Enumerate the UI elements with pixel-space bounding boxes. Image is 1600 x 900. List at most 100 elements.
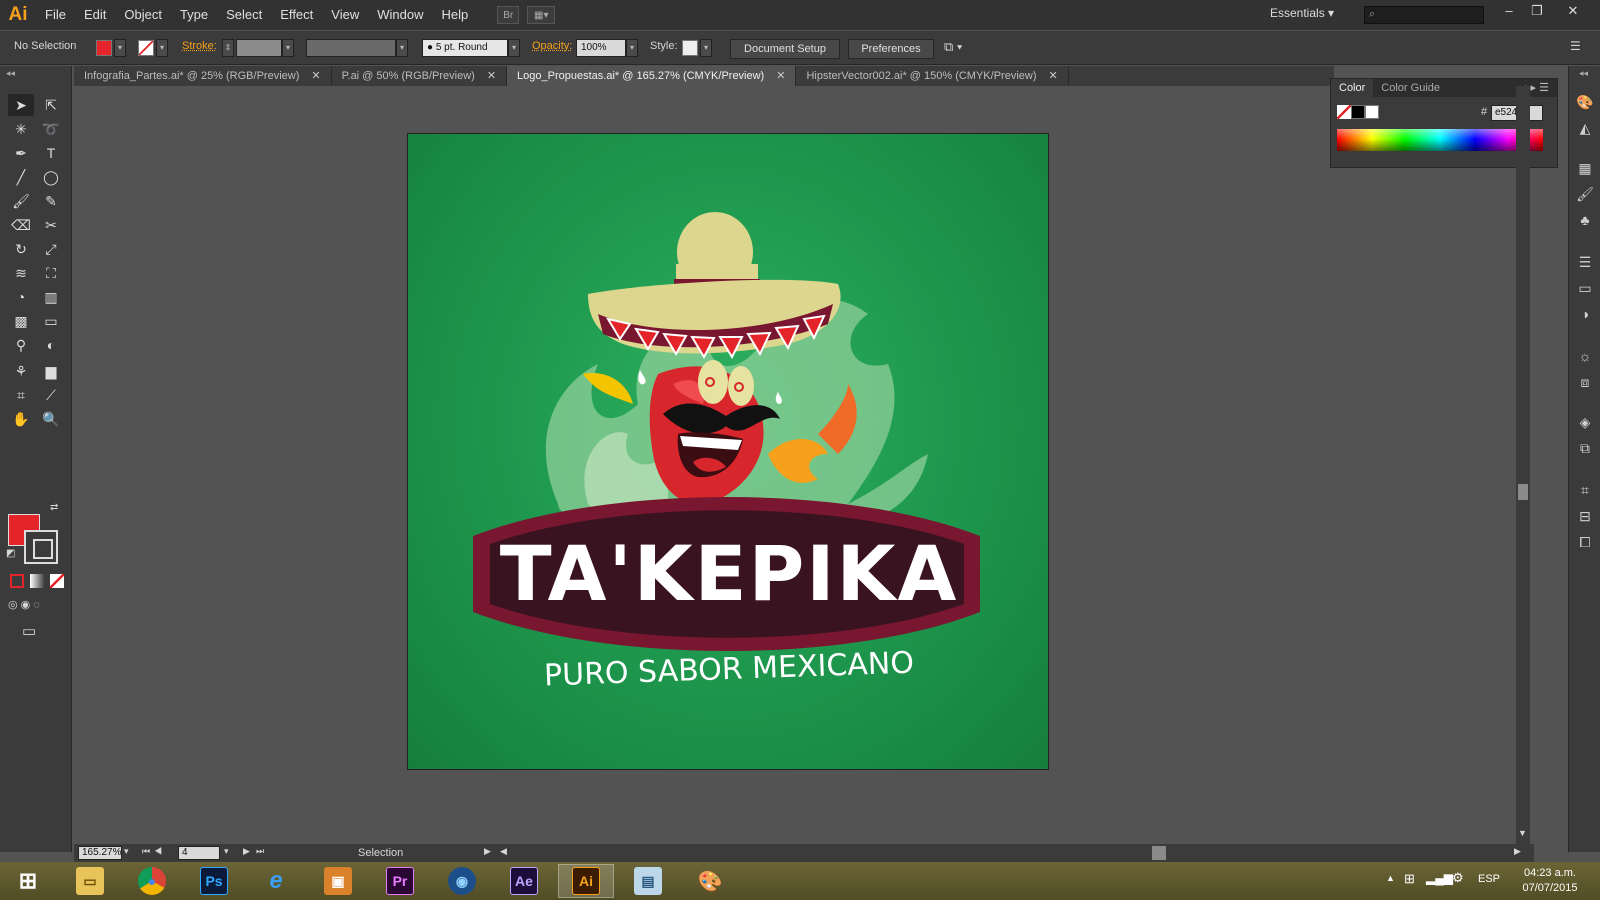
document-setup-button[interactable]: Document Setup	[730, 39, 840, 59]
status-menu-icon[interactable]: ▶	[484, 846, 491, 857]
vertical-scrollbar[interactable]: ▼	[1516, 86, 1530, 844]
gradient-tool-icon[interactable]: ▭	[38, 310, 64, 332]
tab-logo-propuestas[interactable]: Logo_Propuestas.ai* @ 165.27% (CMYK/Prev…	[507, 66, 797, 86]
menu-window[interactable]: Window	[368, 0, 432, 30]
status-tool-name[interactable]: Selection	[358, 847, 403, 859]
graphic-styles-icon[interactable]: ⧈	[1575, 372, 1595, 392]
horizontal-scroll-thumb[interactable]	[1152, 846, 1166, 860]
settings-tray-icon[interactable]: ⚙	[1452, 870, 1464, 886]
selection-tool-icon[interactable]: ➤	[8, 94, 34, 116]
language-indicator[interactable]: ESP	[1478, 873, 1500, 885]
paintbrush-tool-icon[interactable]: 🖌	[8, 190, 34, 212]
vertical-scroll-thumb[interactable]	[1518, 484, 1528, 500]
search-input[interactable]: ⌕	[1364, 6, 1484, 24]
pathfinder-panel-icon[interactable]: ⧠	[1575, 532, 1595, 552]
close-tab-icon[interactable]: ✕	[311, 70, 320, 82]
transform-panel-icon[interactable]: ⌗	[1575, 480, 1595, 500]
scissors-tool-icon[interactable]: ✂	[38, 214, 64, 236]
rotate-tool-icon[interactable]: ↻	[8, 238, 34, 260]
gradient-mode-icon[interactable]	[30, 574, 44, 588]
menu-object[interactable]: Object	[115, 0, 171, 30]
stroke-weight-field[interactable]	[236, 39, 282, 57]
artboard-tool-icon[interactable]: ⌗	[8, 384, 34, 406]
stroke-weight-stepper[interactable]: ⇕	[222, 39, 234, 57]
close-button[interactable]: ✕	[1560, 2, 1586, 22]
align-panel-icon[interactable]: ⊟	[1575, 506, 1595, 526]
tab-infografia-partes[interactable]: Infografia_Partes.ai* @ 25% (RGB/Preview…	[74, 66, 332, 86]
eraser-tool-icon[interactable]: ⌫	[8, 214, 34, 236]
line-tool-icon[interactable]: ╱	[8, 166, 34, 188]
transparency-panel-icon[interactable]: ◑	[1575, 304, 1595, 324]
appearance-panel-icon[interactable]: ☼	[1575, 346, 1595, 366]
symbol-sprayer-tool-icon[interactable]: ⚘	[8, 360, 34, 382]
menu-effect[interactable]: Effect	[271, 0, 322, 30]
color-panel-icon[interactable]: 🎨	[1575, 92, 1595, 112]
brush-dropdown[interactable]: ▾	[508, 39, 520, 57]
shape-builder-tool-icon[interactable]: ◔	[8, 286, 34, 308]
opacity-dropdown[interactable]: ▾	[626, 39, 638, 57]
drawing-modes-icon[interactable]: ◎ ◉ ◌	[8, 598, 64, 614]
tab-hipster-vector[interactable]: HipsterVector002.ai* @ 150% (CMYK/Previe…	[796, 66, 1069, 86]
stroke-color-swatch[interactable]	[138, 40, 154, 56]
stroke-swatch[interactable]	[24, 530, 58, 564]
close-tab-icon[interactable]: ✕	[776, 70, 785, 82]
expand-dock-icon[interactable]: ◂◂	[1579, 68, 1588, 79]
artboard-next-last-icon[interactable]: ▾ ▶⏭	[224, 846, 270, 857]
menu-view[interactable]: View	[322, 0, 368, 30]
panel-menu-icon[interactable]: ☰	[1570, 39, 1581, 53]
swatches-icon[interactable]: ▦	[1575, 158, 1595, 178]
menu-type[interactable]: Type	[171, 0, 217, 30]
color-guide-icon[interactable]: ◭	[1575, 118, 1595, 138]
notepad-app[interactable]: ▤	[620, 864, 676, 898]
blend-tool-icon[interactable]: ◐	[38, 334, 64, 356]
tab-color[interactable]: Color	[1331, 79, 1374, 97]
artboard-number-field[interactable]: 4	[178, 846, 220, 860]
type-tool-icon[interactable]: T	[38, 142, 64, 164]
arrange-icon[interactable]: ⧉ ▾	[944, 39, 962, 55]
media-player-app[interactable]: ◉	[434, 864, 490, 898]
after-effects-app[interactable]: Ae	[496, 864, 552, 898]
close-tab-icon[interactable]: ✕	[487, 70, 496, 82]
artboard-first-prev-icon[interactable]: ⏮◀	[142, 846, 166, 857]
color-mode-icon[interactable]	[10, 574, 24, 588]
premiere-app[interactable]: Pr	[372, 864, 428, 898]
brushes-icon[interactable]: 🖌	[1575, 184, 1595, 204]
scroll-right-icon[interactable]: ▶	[1514, 846, 1521, 857]
direct-selection-tool-icon[interactable]: ⇱	[38, 94, 64, 116]
ellipse-tool-icon[interactable]: ◯	[38, 166, 64, 188]
opacity-field[interactable]: 100%	[576, 39, 626, 57]
hand-tool-icon[interactable]: ✋	[8, 408, 34, 430]
action-center-icon[interactable]: ⊞	[1404, 871, 1415, 887]
stroke-panel-icon[interactable]: ☰	[1575, 252, 1595, 272]
stroke-label[interactable]: Stroke:	[182, 40, 217, 52]
mesh-tool-icon[interactable]: ▩	[8, 310, 34, 332]
workspace-switcher[interactable]: Essentials ▾	[1270, 6, 1334, 20]
zoom-dropdown-icon[interactable]: ▾	[124, 846, 129, 857]
perspective-grid-tool-icon[interactable]: ▥	[38, 286, 64, 308]
zoom-field[interactable]: 165.27%	[78, 846, 122, 860]
gradient-panel-icon[interactable]: ▭	[1575, 278, 1595, 298]
show-hidden-icons[interactable]: ▲	[1386, 873, 1395, 883]
brush-definition-field[interactable]: ● 5 pt. Round	[422, 39, 508, 57]
artboard[interactable]: TA'KEPIKA PURO SABOR MEXICANO	[407, 133, 1049, 770]
none-color-swatch[interactable]	[1337, 105, 1351, 119]
menu-select[interactable]: Select	[217, 0, 271, 30]
stroke-weight-dropdown[interactable]: ▾	[282, 39, 294, 57]
file-explorer-app[interactable]: ▭	[62, 864, 118, 898]
pencil-tool-icon[interactable]: ✎	[38, 190, 64, 212]
bridge-button[interactable]: Br	[497, 6, 520, 24]
default-colors-icon[interactable]: ◩	[6, 548, 15, 559]
variable-width-profile[interactable]	[306, 39, 396, 57]
screen-mode-icon[interactable]: ▭	[22, 622, 36, 640]
lasso-tool-icon[interactable]: ➰	[38, 118, 64, 140]
menu-help[interactable]: Help	[432, 0, 477, 30]
zoom-tool-icon[interactable]: 🔍	[38, 408, 64, 430]
minimize-button[interactable]: –	[1496, 2, 1522, 22]
magic-wand-tool-icon[interactable]: ✳	[8, 118, 34, 140]
scale-tool-icon[interactable]: ⤢	[38, 238, 64, 260]
paint-app[interactable]: 🎨	[682, 864, 738, 898]
tab-color-guide[interactable]: Color Guide	[1373, 79, 1448, 97]
tab-p-ai[interactable]: P.ai @ 50% (RGB/Preview) ✕	[332, 66, 508, 86]
photo-viewer-app[interactable]: ▣	[310, 864, 366, 898]
opacity-label[interactable]: Opacity:	[532, 40, 572, 52]
